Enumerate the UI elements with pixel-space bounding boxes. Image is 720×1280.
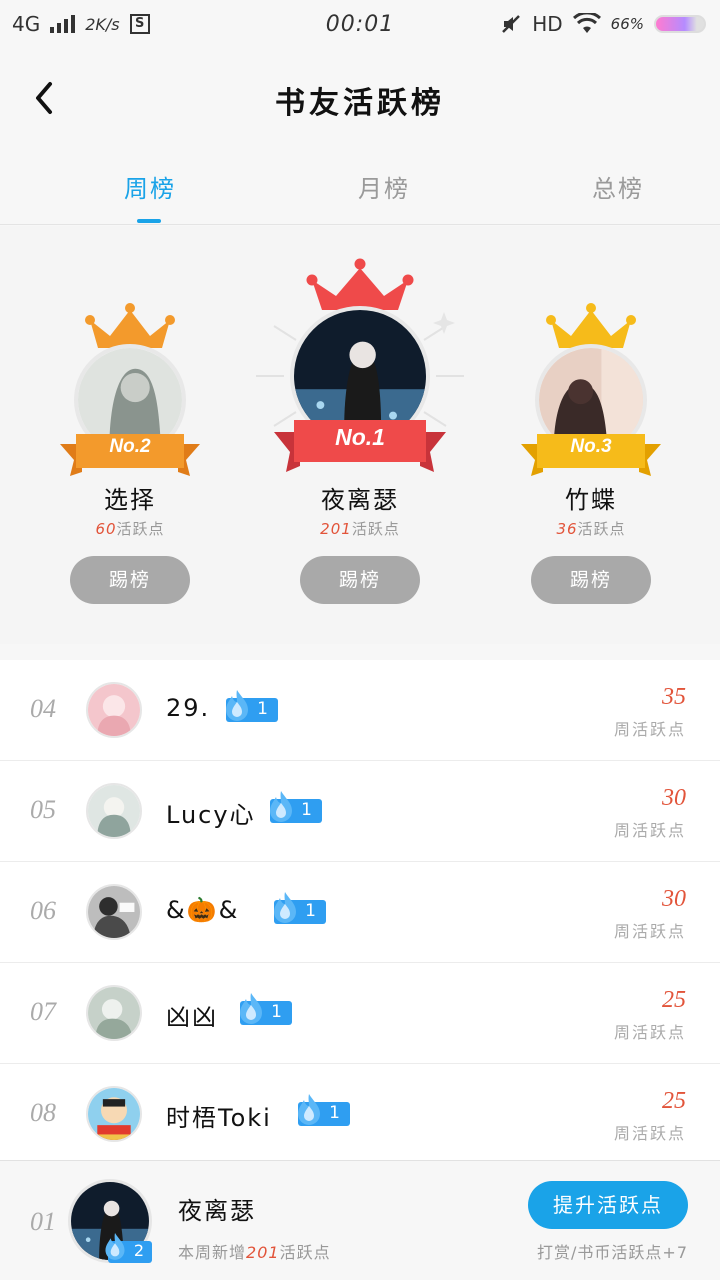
podium-first: No.1 夜离瑟 201活跃点 踢榜	[256, 226, 464, 644]
status-right: HD 66%	[500, 12, 706, 36]
kick-button[interactable]: 踢榜	[70, 556, 190, 604]
avatar[interactable]	[86, 682, 142, 738]
row-name: 时梧Toki	[166, 1104, 272, 1132]
row-score: 30	[662, 785, 686, 811]
active-tab-indicator	[137, 219, 161, 223]
row-unit: 周活跃点	[613, 922, 686, 941]
row-unit: 周活跃点	[613, 720, 686, 739]
level-badge: 1	[240, 993, 292, 1025]
boost-hint: 打赏/书币活跃点+7	[537, 1243, 688, 1262]
row-score: 25	[662, 987, 686, 1013]
rank-label: No.1	[335, 424, 385, 450]
flame-icon	[274, 892, 296, 923]
list-item[interactable]: 04 29. 1 35 周活跃点	[0, 660, 720, 761]
avatar[interactable]	[86, 985, 142, 1041]
status-bar: 4G 2K/s S 00:01 HD 66%	[0, 0, 720, 50]
podium-points: 201活跃点	[320, 520, 400, 538]
kick-button[interactable]: 踢榜	[300, 556, 420, 604]
row-unit: 周活跃点	[613, 821, 686, 840]
row-score: 30	[662, 886, 686, 912]
row-name: &🎃&	[166, 896, 240, 924]
rank-label: No.2	[109, 436, 151, 457]
row-score: 25	[662, 1088, 686, 1114]
flame-icon	[105, 1233, 125, 1260]
flame-icon	[298, 1094, 320, 1125]
row-rank: 06	[30, 896, 56, 925]
mute-icon	[502, 15, 521, 33]
podium-points: 36活跃点	[556, 520, 626, 538]
flame-icon	[226, 690, 248, 721]
podium: No.2 选择 60活跃点 踢榜 No.1 夜离瑟 201活跃点 踢榜 No.3…	[0, 226, 720, 644]
ranking-list: 04 29. 1 35 周活跃点 05 Lucy心 1 30 周活跃点 06 &…	[0, 660, 720, 1165]
avatar[interactable]	[86, 783, 142, 839]
row-score: 35	[662, 684, 686, 710]
my-weekly-points: 本周新增201活跃点	[178, 1243, 331, 1262]
tab-monthly[interactable]: 月榜	[304, 169, 464, 204]
my-name: 夜离瑟	[178, 1197, 256, 1225]
podium-points: 60活跃点	[95, 520, 165, 538]
crown-icon	[546, 303, 636, 348]
crown-icon	[85, 303, 175, 348]
tab-bar: 周榜 月榜 总榜	[0, 145, 720, 225]
boost-activity-button[interactable]: 提升活跃点	[528, 1181, 688, 1229]
list-item[interactable]: 05 Lucy心 1 30 周活跃点	[0, 761, 720, 862]
level-badge: 1	[274, 892, 326, 924]
row-rank: 05	[30, 795, 56, 824]
list-item[interactable]: 08 时梧Toki 1 25 周活跃点	[0, 1064, 720, 1165]
row-rank: 04	[30, 694, 56, 723]
row-rank: 07	[30, 997, 56, 1026]
crown-icon	[306, 258, 414, 310]
podium-name: 选择	[104, 486, 156, 514]
podium-third: No.3 竹蝶 36活跃点 踢榜	[491, 226, 691, 644]
level-badge: 1	[226, 690, 278, 722]
flame-icon	[270, 791, 292, 822]
rank-label: No.3	[570, 436, 612, 457]
list-item[interactable]: 06 &🎃& 1 30 周活跃点	[0, 862, 720, 963]
kick-button[interactable]: 踢榜	[531, 556, 651, 604]
tab-weekly[interactable]: 周榜	[70, 169, 230, 204]
row-unit: 周活跃点	[613, 1124, 686, 1143]
row-name: Lucy心	[166, 801, 256, 829]
my-rank-bar: 01 2 夜离瑟 本周新增201活跃点 提升活跃点 打赏/书币活跃点+7	[0, 1160, 720, 1280]
list-item[interactable]: 07 凶凶 1 25 周活跃点	[0, 963, 720, 1064]
battery-text: 66%	[610, 15, 644, 33]
podium-name: 竹蝶	[565, 486, 617, 514]
row-name: 凶凶	[166, 1003, 218, 1031]
battery-icon	[654, 15, 706, 33]
level-badge: 1	[270, 791, 322, 823]
wifi-icon	[572, 13, 601, 33]
tab-total[interactable]: 总榜	[538, 169, 698, 204]
level-badge: 1	[298, 1094, 350, 1126]
avatar[interactable]	[86, 884, 142, 940]
avatar[interactable]	[86, 1086, 142, 1142]
flame-icon	[240, 993, 262, 1024]
level-badge: 2	[105, 1233, 152, 1263]
page-title: 书友活跃榜	[275, 86, 445, 121]
podium-second: No.2 选择 60活跃点 踢榜	[30, 226, 230, 644]
podium-name: 夜离瑟	[321, 486, 399, 514]
row-unit: 周活跃点	[613, 1023, 686, 1042]
my-rank: 01	[30, 1207, 56, 1236]
row-name: 29.	[166, 694, 211, 722]
row-rank: 08	[30, 1098, 56, 1127]
header: 书友活跃榜	[0, 50, 720, 145]
hd-label: HD	[532, 12, 563, 36]
